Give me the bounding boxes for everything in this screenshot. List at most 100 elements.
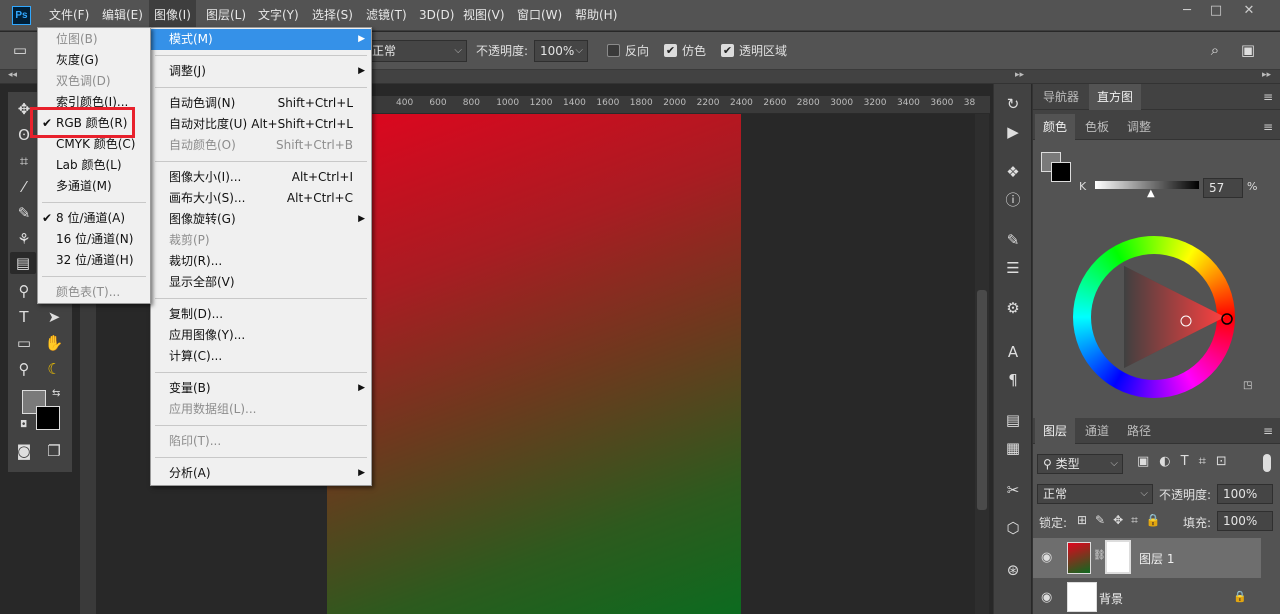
panel-tab[interactable]: 导航器 <box>1035 84 1087 110</box>
history-icon[interactable]: ↻ <box>1001 92 1025 116</box>
rectangle-tool-icon[interactable]: ▭ <box>12 332 36 354</box>
panel-tab[interactable]: 图层 <box>1035 418 1076 444</box>
scrollbar-thumb[interactable] <box>977 290 987 510</box>
panel-menu-icon[interactable]: ≡ <box>1263 84 1273 110</box>
mode-menu-item[interactable]: 多通道(M) <box>38 176 150 197</box>
image-menu-item[interactable]: 裁切(R)... <box>151 251 371 272</box>
tool-preset-icon[interactable]: ▭ <box>8 39 32 61</box>
mode-menu-item[interactable]: 灰度(G) <box>38 50 150 71</box>
k-slider-thumb[interactable]: ▲ <box>1147 188 1155 199</box>
image-menu-item[interactable]: 图像大小(I)... Alt+Ctrl+I <box>151 167 371 188</box>
opacity-input[interactable]: 100% ⌵ <box>534 40 588 62</box>
brush-tool-icon[interactable]: ✎ <box>12 202 36 224</box>
crop-tool-icon[interactable]: ⌗ <box>12 150 36 172</box>
image-menu-item[interactable]: 自动色调(N) Shift+Ctrl+L <box>151 93 371 114</box>
panel-tab[interactable]: 颜色 <box>1035 114 1076 140</box>
workspace-icon[interactable]: ▣ <box>1236 39 1260 61</box>
collapse-mid-icon[interactable]: ▸▸ <box>1015 70 1024 80</box>
layer-opacity-input[interactable]: 100% <box>1217 484 1273 504</box>
layer-mask-thumbnail[interactable] <box>1105 540 1131 574</box>
image-menu-item[interactable]: 图像旋转(G) ▶ <box>151 209 371 230</box>
quick-mask-icon[interactable]: ◙ <box>12 440 36 462</box>
menu-9[interactable]: 视图(V) <box>458 0 510 31</box>
layer-filter-dropdown[interactable]: ⚲ 类型 ⌵ <box>1037 454 1123 474</box>
image-menu-item[interactable]: 显示全部(V) <box>151 272 371 293</box>
panel-tab[interactable]: 色板 <box>1077 114 1117 140</box>
blend-mode-dropdown[interactable]: 正常 ⌵ <box>366 40 467 62</box>
image-menu-item[interactable]: 画布大小(S)... Alt+Ctrl+C <box>151 188 371 209</box>
image-canvas[interactable] <box>327 114 741 614</box>
layer-filter-icons[interactable]: ▣◐T⌗⊡ <box>1137 454 1237 469</box>
notes-icon[interactable]: ▤ <box>1001 408 1025 432</box>
measure-icon[interactable]: ⊛ <box>1001 558 1025 582</box>
image-menu-item[interactable]: 自动对比度(U) Alt+Shift+Ctrl+L <box>151 114 371 135</box>
image-menu-item[interactable]: 计算(C)... <box>151 346 371 367</box>
eye-icon[interactable]: ◉ <box>1041 590 1052 605</box>
minimize-icon[interactable]: ─ <box>1172 0 1202 22</box>
screen-mode-icon[interactable]: ❐ <box>42 440 66 462</box>
collapse-right-icon[interactable]: ▸▸ <box>1262 70 1271 80</box>
filter-toggle[interactable] <box>1263 454 1271 472</box>
transparency-checkbox[interactable]: ✔ <box>721 44 734 57</box>
paragraph-icon[interactable]: ¶ <box>1001 368 1025 392</box>
reverse-checkbox[interactable] <box>607 44 620 57</box>
maximize-icon[interactable]: □ <box>1201 0 1231 22</box>
search-icon[interactable]: ⌕ <box>1203 39 1227 61</box>
fill-input[interactable]: 100% <box>1217 511 1273 531</box>
image-menu-item[interactable]: 模式(M) ▶ <box>151 29 371 50</box>
adjust-sliders-icon[interactable]: ☰ <box>1001 256 1025 280</box>
character-icon[interactable]: A <box>1001 340 1025 364</box>
mode-menu-item[interactable]: Lab 颜色(L) <box>38 155 150 176</box>
path-select-tool-icon[interactable]: ➤ <box>42 306 66 328</box>
panel-menu-icon[interactable]: ≡ <box>1263 114 1273 140</box>
background-color-swatch[interactable] <box>36 406 60 430</box>
mode-menu-item[interactable]: 32 位/通道(H) <box>38 250 150 271</box>
gradient-tool-icon[interactable]: ▤ <box>10 252 36 274</box>
color-mode-icon[interactable]: ◳ <box>1243 380 1252 391</box>
image-menu-item[interactable]: 应用图像(Y)... <box>151 325 371 346</box>
menu-10[interactable]: 窗口(W) <box>512 0 567 31</box>
collapse-left-icon[interactable]: ◂◂ <box>8 70 17 80</box>
banana-icon[interactable]: ☾ <box>42 358 66 380</box>
hand-tool-icon[interactable]: ✋ <box>42 332 66 354</box>
info-icon[interactable]: ⓘ <box>1001 188 1025 212</box>
panel-tab[interactable]: 直方图 <box>1089 84 1142 110</box>
actions-play-icon[interactable]: ▶ <box>1001 120 1025 144</box>
menu-11[interactable]: 帮助(H) <box>570 0 622 31</box>
image-menu-item[interactable]: 分析(A) ▶ <box>151 463 371 484</box>
lock-icons[interactable]: ⊞✎✥⌗🔒 <box>1077 513 1169 528</box>
panel-tab[interactable]: 调整 <box>1119 114 1159 140</box>
dither-checkbox[interactable]: ✔ <box>664 44 677 57</box>
brush-settings-icon[interactable]: ✎ <box>1001 228 1025 252</box>
image-menu-item[interactable]: 变量(B) ▶ <box>151 378 371 399</box>
k-value-input[interactable]: 57 <box>1203 178 1243 198</box>
properties-icon[interactable]: ▦ <box>1001 436 1025 460</box>
libraries-icon[interactable]: ❖ <box>1001 160 1025 184</box>
tools-icon[interactable]: ✂ <box>1001 478 1025 502</box>
menu-separator <box>155 371 367 373</box>
layer-row-2[interactable]: ◉ 背景 🔒 <box>1033 580 1261 614</box>
zoom-tool-icon[interactable]: ⚲ <box>12 358 36 380</box>
panel-tab[interactable]: 路径 <box>1119 418 1159 444</box>
3d-icon[interactable]: ⬡ <box>1001 516 1025 540</box>
bg-color-swatch[interactable] <box>1051 162 1071 182</box>
mode-menu-item[interactable]: 16 位/通道(N) <box>38 229 150 250</box>
close-icon[interactable]: ✕ <box>1234 0 1264 22</box>
panel-menu-icon[interactable]: ≡ <box>1263 418 1273 444</box>
stamp-tool-icon[interactable]: ⚘ <box>12 228 36 250</box>
mode-menu-item[interactable]: ✔ 8 位/通道(A) <box>38 208 150 229</box>
layer-blend-dropdown[interactable]: 正常 ⌵ <box>1037 484 1153 504</box>
color-triangle[interactable] <box>1073 236 1235 398</box>
zoom-dodge-tool-icon[interactable]: ⚲ <box>12 280 36 302</box>
menu-8[interactable]: 3D(D) <box>414 0 459 31</box>
layer-row-1[interactable]: ◉ ⛓ 图层 1 <box>1033 538 1261 578</box>
image-menu-item[interactable]: 调整(J) ▶ <box>151 61 371 82</box>
panel-tab[interactable]: 通道 <box>1077 418 1117 444</box>
type-tool-icon[interactable]: T <box>12 306 36 328</box>
clone-source-icon[interactable]: ⚙ <box>1001 296 1025 320</box>
swap-colors-icon[interactable]: ⇆ <box>52 388 60 399</box>
default-colors-icon[interactable]: ◘ <box>20 420 27 430</box>
eyedropper-tool-icon[interactable]: ⁄ <box>12 176 36 198</box>
eye-icon[interactable]: ◉ <box>1041 550 1052 565</box>
image-menu-item[interactable]: 复制(D)... <box>151 304 371 325</box>
